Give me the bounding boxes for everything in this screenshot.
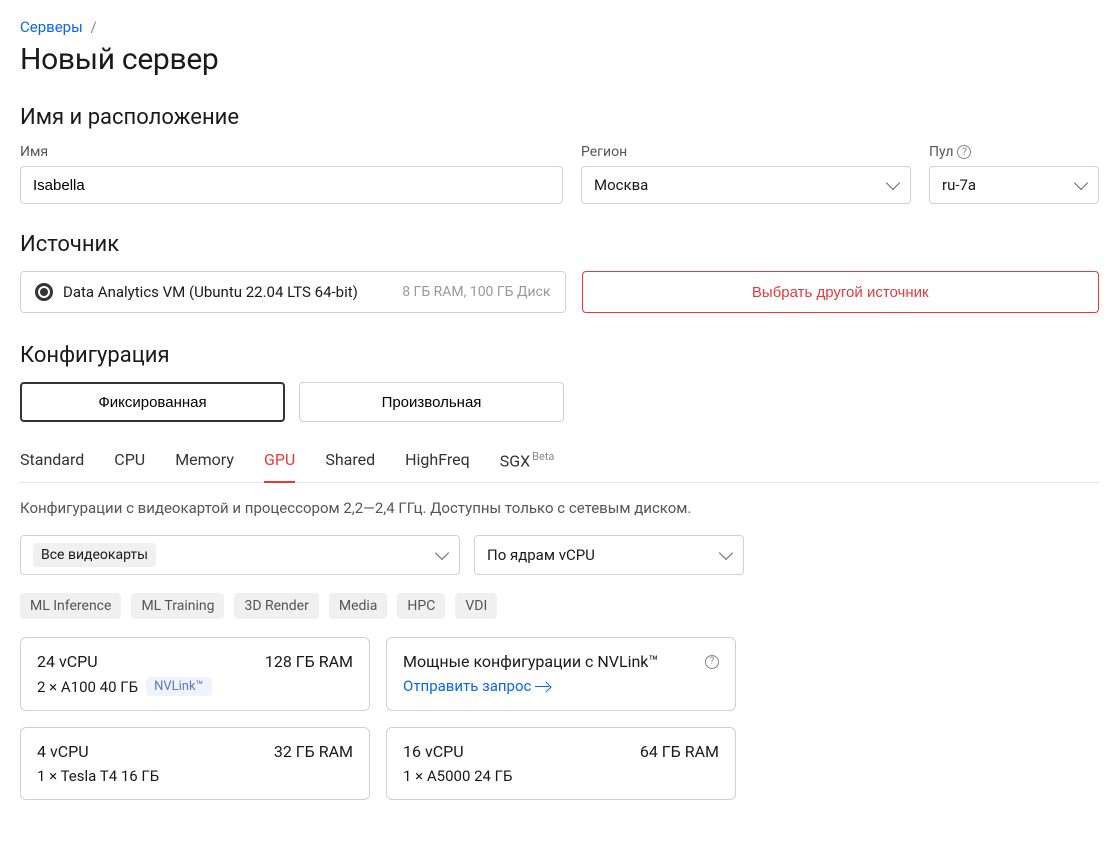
help-icon[interactable]: ?	[957, 145, 971, 159]
source-image-name: Data Analytics VM (Ubuntu 22.04 LTS 64-b…	[63, 283, 392, 301]
promo-link[interactable]: Отправить запрос	[403, 677, 549, 695]
sort-value: По ядрам vCPU	[487, 546, 595, 564]
tab-sgx[interactable]: SGXBeta	[500, 444, 555, 482]
card-gpu: 2 × A100 40 ГБ	[37, 678, 138, 696]
name-label: Имя	[20, 144, 563, 160]
source-display: Data Analytics VM (Ubuntu 22.04 LTS 64-b…	[20, 271, 566, 313]
promo-link-text: Отправить запрос	[403, 677, 531, 695]
region-value: Москва	[594, 176, 648, 194]
help-icon[interactable]: ?	[705, 655, 719, 669]
config-tabs: Standard CPU Memory GPU Shared HighFreq …	[20, 444, 1099, 483]
card-ram: 32 ГБ RAM	[274, 742, 353, 761]
tag-vdi[interactable]: VDI	[455, 593, 497, 619]
ubuntu-icon	[35, 283, 53, 301]
nvlink-badge: NVLink™	[146, 677, 212, 696]
config-custom-button[interactable]: Произвольная	[299, 382, 564, 422]
chevron-down-icon	[719, 546, 733, 560]
tag-hpc[interactable]: HPC	[397, 593, 445, 619]
chevron-down-icon	[1074, 176, 1088, 190]
pool-value: ru-7a	[942, 176, 976, 194]
config-fixed-button[interactable]: Фиксированная	[20, 382, 285, 422]
sort-select[interactable]: По ядрам vCPU	[474, 535, 744, 575]
tab-standard[interactable]: Standard	[20, 444, 84, 482]
source-specs: 8 ГБ RAM, 100 ГБ Диск	[402, 284, 550, 300]
use-case-tags: ML Inference ML Training 3D Render Media…	[20, 593, 1099, 619]
section-name-location: Имя и расположение	[20, 105, 1099, 130]
config-card[interactable]: 4 vCPU 32 ГБ RAM 1 × Tesla T4 16 ГБ	[20, 727, 370, 800]
pool-label: Пул ?	[929, 144, 1099, 160]
breadcrumb: Серверы /	[20, 18, 1099, 36]
region-select[interactable]: Москва	[581, 166, 911, 204]
config-card[interactable]: 16 vCPU 64 ГБ RAM 1 × A5000 24 ГБ	[386, 727, 736, 800]
breadcrumb-link-servers[interactable]: Серверы	[20, 18, 83, 36]
name-input[interactable]	[20, 166, 563, 204]
tab-sgx-label: SGX	[500, 451, 530, 470]
tag-ml-inference[interactable]: ML Inference	[20, 593, 121, 619]
config-card[interactable]: 24 vCPU 128 ГБ RAM 2 × A100 40 ГБ NVLink…	[20, 637, 370, 711]
config-description: Конфигурации с видеокартой и процессором…	[20, 499, 1099, 517]
tab-gpu[interactable]: GPU	[264, 444, 295, 482]
pool-label-text: Пул	[929, 144, 953, 160]
section-source: Источник	[20, 232, 1099, 257]
gpu-filter-select[interactable]: Все видеокарты	[20, 535, 460, 575]
chevron-down-icon	[886, 176, 900, 190]
breadcrumb-sep: /	[90, 18, 96, 36]
change-source-button[interactable]: Выбрать другой источник	[582, 271, 1100, 313]
tag-media[interactable]: Media	[329, 593, 388, 619]
card-ram: 64 ГБ RAM	[640, 742, 719, 761]
beta-badge: Beta	[532, 450, 554, 463]
card-cpu: 16 vCPU	[403, 742, 464, 761]
pool-select[interactable]: ru-7a	[929, 166, 1099, 204]
tab-shared[interactable]: Shared	[325, 444, 375, 482]
promo-card: Мощные конфигурации с NVLink™ ? Отправит…	[386, 637, 736, 711]
tab-memory[interactable]: Memory	[175, 444, 234, 482]
region-label: Регион	[581, 144, 911, 160]
card-cpu: 4 vCPU	[37, 742, 89, 761]
gpu-filter-chip: Все видеокарты	[33, 543, 156, 567]
tab-cpu[interactable]: CPU	[114, 444, 145, 482]
page-title: Новый сервер	[20, 42, 1099, 77]
section-config: Конфигурация	[20, 343, 1099, 368]
tag-ml-training[interactable]: ML Training	[131, 593, 224, 619]
arrow-right-icon	[535, 686, 549, 688]
tag-3d-render[interactable]: 3D Render	[234, 593, 318, 619]
card-ram: 128 ГБ RAM	[265, 652, 353, 671]
card-gpu: 1 × Tesla T4 16 ГБ	[37, 767, 159, 785]
card-cpu: 24 vCPU	[37, 652, 98, 671]
chevron-down-icon	[435, 546, 449, 560]
tab-highfreq[interactable]: HighFreq	[405, 444, 470, 482]
card-gpu: 1 × A5000 24 ГБ	[403, 767, 512, 785]
promo-title: Мощные конфигурации с NVLink™	[403, 652, 658, 671]
